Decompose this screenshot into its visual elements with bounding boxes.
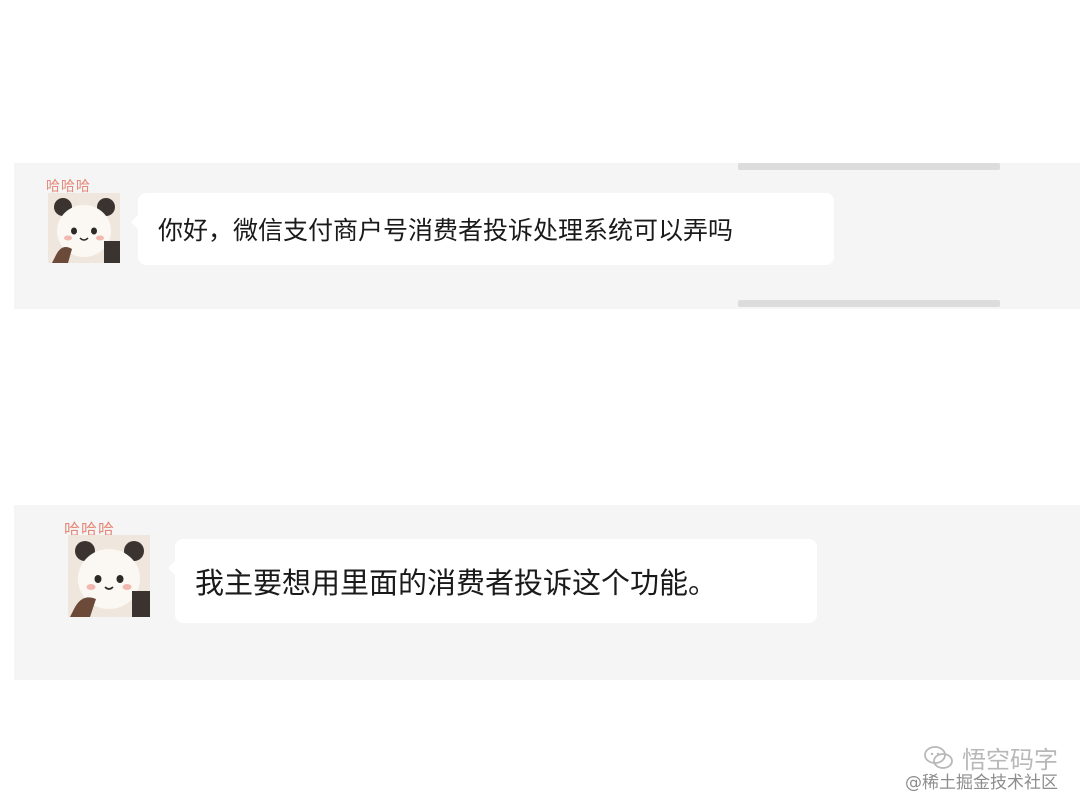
message-bubble[interactable]: 我主要想用里面的消费者投诉这个功能。	[168, 539, 817, 623]
message-text: 我主要想用里面的消费者投诉这个功能。	[195, 566, 718, 600]
scroll-indicator	[738, 163, 1000, 170]
panda-sticker-icon	[68, 535, 150, 617]
message-text: 你好，微信支付商户号消费者投诉处理系统可以弄吗	[158, 216, 734, 245]
watermark-community: @稀土掘金技术社区	[905, 773, 1058, 793]
wechat-icon	[924, 745, 953, 769]
panda-sticker-icon	[48, 193, 120, 263]
message-bubble[interactable]: 你好，微信支付商户号消费者投诉处理系统可以弄吗	[131, 193, 834, 265]
panda-avatar-icon[interactable]	[68, 535, 150, 617]
panda-avatar-icon[interactable]	[48, 193, 120, 263]
scroll-indicator	[738, 300, 1000, 307]
